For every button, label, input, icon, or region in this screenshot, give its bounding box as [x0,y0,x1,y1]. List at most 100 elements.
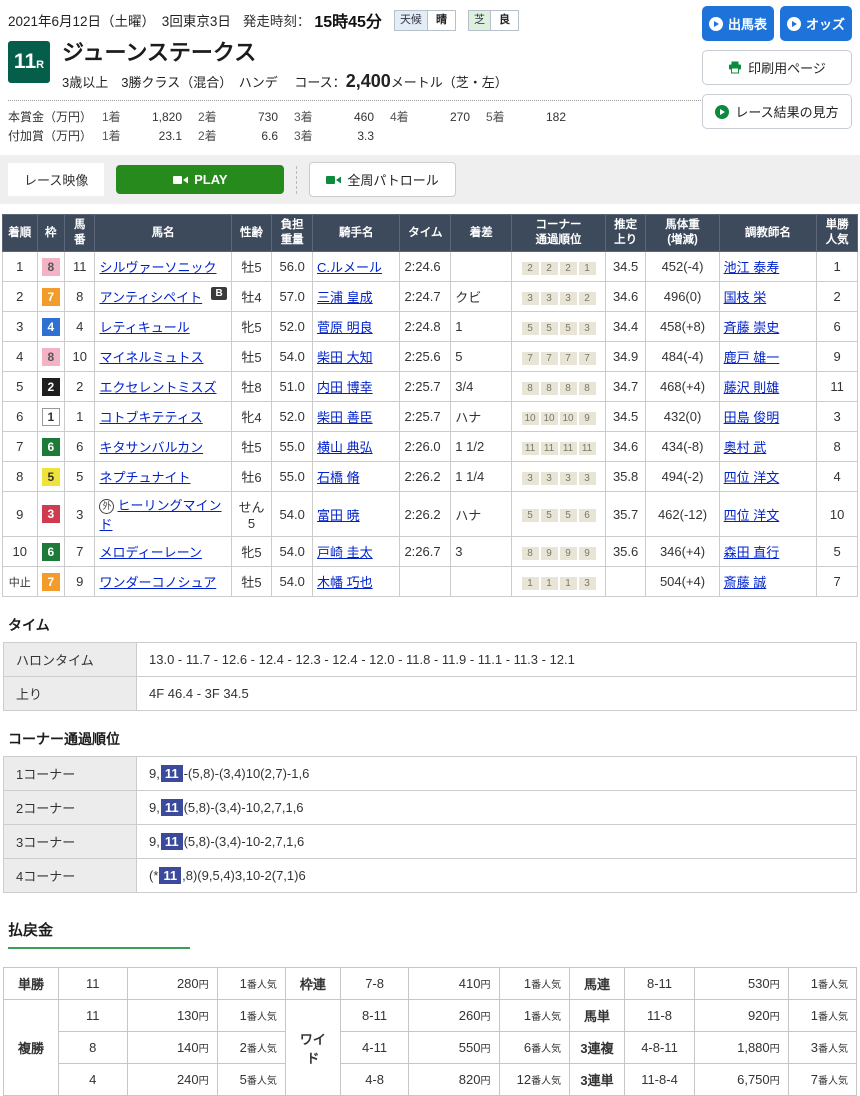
horse-link[interactable]: レティキュール [99,320,189,335]
time-cell: 2:26.2 [400,492,451,537]
horse-link[interactable]: コトブキテティス [99,410,202,425]
course-detail: メートル（芝・左） [391,75,508,90]
result-row: 522エクセレントミスズ牡851.0内田 博幸2:25.73/4888834.7… [3,372,858,402]
prize-value: 3.3 [324,127,374,146]
column-header: 着順 [3,215,38,252]
horse-link[interactable]: ネプチュナイト [99,470,190,485]
corner-position-box: 7 [560,352,577,365]
entries-button[interactable]: 出馬表 [702,6,774,41]
weight-cell: 54.0 [272,342,313,372]
frame-number-badge: 5 [42,468,60,486]
yen-unit: 円 [199,1044,209,1055]
horse-weight-cell: 484(-4) [646,342,719,372]
jockey-link[interactable]: 三浦 皇成 [317,290,373,305]
horse-number-cell: 10 [65,342,95,372]
jockey-link[interactable]: 内田 博幸 [317,380,373,395]
play-video-button[interactable]: PLAY [116,165,284,194]
jockey-link[interactable]: 横山 典弘 [317,440,373,455]
course-distance: 2,400 [346,71,391,91]
horse-link[interactable]: ヒーリングマインド [99,498,221,532]
column-header: 調教師名 [719,215,817,252]
weight-cell: 52.0 [272,402,313,432]
horse-link[interactable]: エクセレントミスズ [99,380,216,395]
horse-link[interactable]: マイネルミュトス [99,350,203,365]
time-cell [400,567,451,597]
trainer-link[interactable]: 田島 俊明 [724,410,780,425]
corner-row: 3コーナー9,11(5,8)-(3,4)-10-2,7,1,6 [4,825,857,859]
odds-button[interactable]: オッズ [780,6,852,41]
payout-amount: 550円 [409,1032,499,1064]
time-cell: 2:26.7 [400,537,451,567]
result-row: 344レティキュール牝552.0菅原 明良2:24.81555334.4458(… [3,312,858,342]
column-header: 単勝 人気 [817,215,858,252]
popularity-cell: 1 [817,252,858,282]
result-guide-button[interactable]: レース結果の見方 [702,94,852,129]
horse-link[interactable]: アンティシペイト [99,290,202,305]
yen-unit: 円 [770,980,780,991]
payout-popularity: 6番人気 [499,1032,570,1064]
prize-rank: 3着 [294,127,324,146]
corner-order-cell: 7777 [512,342,606,372]
trainer-cell: 藤沢 則雄 [719,372,817,402]
corner-position-box: 5 [560,322,577,335]
horse-name-cell: Bアンティシペイト [95,282,231,312]
bet-type-label: 複勝 [4,1000,59,1096]
jockey-link[interactable]: C.ルメール [317,260,382,275]
corner-position-box: 11 [522,442,539,455]
trainer-link[interactable]: 四位 洋文 [724,470,780,485]
sex-age-cell: 牝4 [231,402,272,432]
weather-label: 天候 [395,11,428,30]
jockey-link[interactable]: 富田 暁 [317,508,360,523]
trainer-link[interactable]: 斉藤 崇史 [724,320,780,335]
payout-combination: 7-8 [340,968,409,1000]
frame-number-badge: 8 [42,258,60,276]
trainer-link[interactable]: 鹿戸 雄一 [724,350,780,365]
frame-cell: 5 [37,462,64,492]
corner-position-box: 2 [522,262,539,275]
corner-position-box: 9 [541,547,558,560]
jockey-link[interactable]: 戸崎 圭太 [317,545,373,560]
frame-number-badge: 3 [42,505,60,523]
trainer-link[interactable]: 四位 洋文 [724,508,780,523]
frame-cell: 6 [37,432,64,462]
popularity-suffix: 番人気 [818,980,848,991]
trainer-link[interactable]: 国枝 栄 [724,290,767,305]
patrol-video-button[interactable]: 全周パトロール [309,162,455,197]
horse-weight-cell: 458(+8) [646,312,719,342]
payout-combination: 4-11 [340,1032,409,1064]
payout-combination: 4-8 [340,1064,409,1096]
trainer-link[interactable]: 斎藤 誠 [724,575,767,590]
horse-link[interactable]: キタサンバルカン [99,440,203,455]
trainer-link[interactable]: 藤沢 則雄 [724,380,780,395]
popularity-cell: 10 [817,492,858,537]
corner-order-value: 9,11(5,8)-(3,4)-10-2,7,1,6 [137,825,857,859]
trainer-link[interactable]: 池江 泰寿 [724,260,780,275]
trainer-link[interactable]: 森田 直行 [724,545,780,560]
prize-rank: 2着 [198,127,228,146]
horse-link[interactable]: ワンダーコノシュア [99,575,216,590]
jockey-link[interactable]: 柴田 善臣 [317,410,373,425]
horse-link[interactable]: メロディーレーン [99,545,201,560]
jockey-cell: 三浦 皇成 [313,282,400,312]
highlighted-horse-number: 11 [159,867,181,884]
jockey-link[interactable]: 菅原 明良 [317,320,373,335]
jockey-link[interactable]: 石橋 脩 [317,470,360,485]
horse-link[interactable]: シルヴァーソニック [99,260,216,275]
horse-name-cell: メロディーレーン [95,537,231,567]
weather-badge: 天候 晴 [394,10,456,31]
popularity-cell: 4 [817,462,858,492]
payout-amount: 820円 [409,1064,499,1096]
race-number: 11 [14,41,36,83]
corner-order-cell: 11111111 [512,432,606,462]
jockey-link[interactable]: 木幡 巧也 [317,575,373,590]
jockey-link[interactable]: 柴田 大知 [317,350,373,365]
last-3f-cell: 34.4 [605,312,646,342]
column-header: 馬名 [95,215,231,252]
time-cell: 2:25.7 [400,372,451,402]
prize-value: 1,820 [132,108,182,127]
print-page-button[interactable]: 印刷用ページ [702,50,852,85]
corner-position-box: 11 [541,442,558,455]
trainer-link[interactable]: 奥村 武 [724,440,767,455]
time-table: ハロンタイム 13.0 - 11.7 - 12.6 - 12.4 - 12.3 … [3,642,857,711]
time-cell: 2:24.6 [400,252,451,282]
